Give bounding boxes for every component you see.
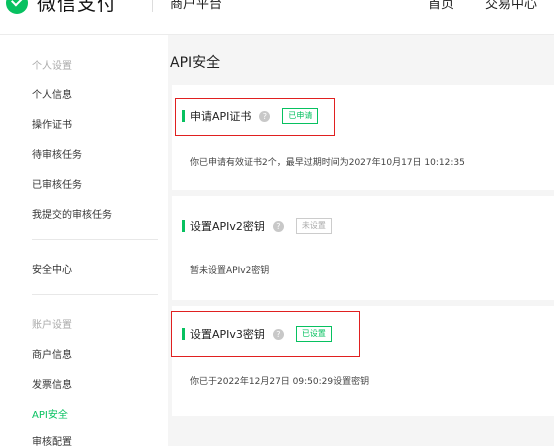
sidebar: 个人设置 个人信息 操作证书 待审核任务 已审核任务 我提交的审核任务 安全中心… bbox=[0, 35, 168, 448]
sidebar-item-security-center[interactable]: 安全中心 bbox=[32, 261, 72, 276]
page-title: API安全 bbox=[170, 55, 221, 71]
nav-trade-center[interactable]: 交易中心 bbox=[485, 0, 537, 12]
sidebar-item-merchant-info[interactable]: 商户信息 bbox=[32, 346, 72, 361]
sidebar-item-personal-info[interactable]: 个人信息 bbox=[32, 86, 72, 101]
status-badge: 未设置 bbox=[295, 218, 332, 234]
sidebar-item-pending-tasks[interactable]: 待审核任务 bbox=[32, 146, 82, 161]
help-icon[interactable]: ? bbox=[272, 220, 284, 232]
sidebar-group-personal: 个人设置 bbox=[32, 61, 72, 72]
section-description: 暂未设置APIv2密钥 bbox=[190, 266, 270, 276]
wechat-pay-icon bbox=[6, 0, 28, 14]
section-marker bbox=[182, 220, 185, 232]
section-description: 你已申请有效证书2个，最早过期时间为2027年10月17日 10:12:35 bbox=[190, 158, 465, 168]
sidebar-item-certificate[interactable]: 操作证书 bbox=[32, 116, 72, 131]
sidebar-divider bbox=[32, 239, 158, 240]
section-title: 设置APIv2密钥 bbox=[190, 220, 265, 233]
sidebar-item-my-submitted-tasks[interactable]: 我提交的审核任务 bbox=[32, 206, 112, 221]
header-divider bbox=[152, 0, 153, 12]
section-description: 你已于2022年12月27日 09:50:29设置密钥 bbox=[190, 377, 370, 387]
section-header: 设置APIv2密钥 ? 未设置 bbox=[182, 218, 332, 234]
section-apiv2-key: 设置APIv2密钥 ? 未设置 暂未设置APIv2密钥 bbox=[172, 196, 554, 300]
top-header: 微信支付 商户平台 首页 交易中心 bbox=[0, 0, 554, 35]
sidebar-item-reviewed-tasks[interactable]: 已审核任务 bbox=[32, 176, 82, 191]
sidebar-group-account: 账户设置 bbox=[32, 320, 72, 331]
sidebar-item-api-security[interactable]: API安全 bbox=[32, 406, 68, 421]
logo-text: 微信支付 bbox=[37, 0, 118, 15]
main-content: API安全 申请API证书 ? 已申请 你已申请有效证书2个，最早过期时间为20… bbox=[168, 35, 554, 446]
highlight-box-certificate bbox=[175, 98, 335, 136]
sidebar-item-invoice-info[interactable]: 发票信息 bbox=[32, 376, 72, 391]
sidebar-divider bbox=[32, 294, 158, 295]
nav-home[interactable]: 首页 bbox=[428, 0, 454, 12]
highlight-box-apiv3 bbox=[171, 311, 360, 357]
wechat-pay-logo[interactable]: 微信支付 bbox=[6, 0, 117, 16]
platform-title: 商户平台 bbox=[170, 0, 223, 12]
